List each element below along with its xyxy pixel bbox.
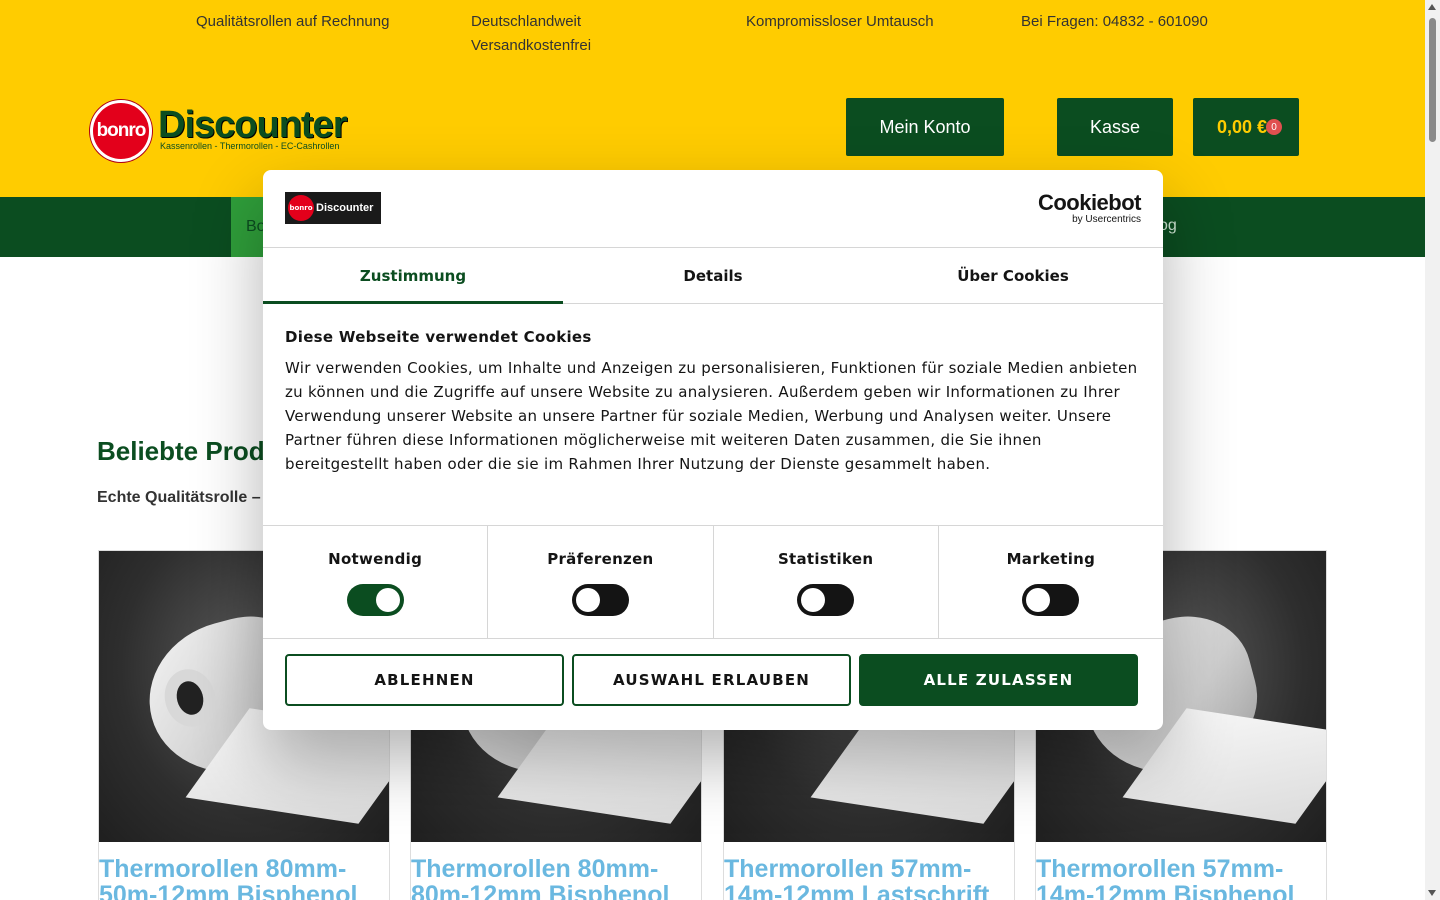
checkout-button[interactable]: Kasse	[1057, 98, 1173, 156]
product-title[interactable]: Thermorollen 57mm-14m-12mm Bisphenol	[1036, 856, 1326, 900]
product-title[interactable]: Thermorollen 80mm-80m-12mm Bisphenol	[411, 856, 701, 900]
dialog-body: Diese Webseite verwendet Cookies Wir ver…	[285, 328, 1141, 476]
dialog-header: bonro Discounter Cookiebot by Usercentri…	[263, 170, 1163, 248]
section-subtitle: Echte Qualitätsrolle –	[97, 489, 261, 506]
cart-price: 0,00 €	[1217, 116, 1268, 137]
logo-badge: bonro	[90, 100, 152, 162]
dialog-tabs: Zustimmung Details Über Cookies	[263, 248, 1163, 304]
scrollbar-thumb[interactable]	[1429, 18, 1436, 142]
toggle-knob	[575, 588, 600, 612]
dialog-title: Diese Webseite verwendet Cookies	[285, 328, 592, 346]
consent-label: Marketing	[1006, 550, 1096, 568]
consent-marketing: Marketing	[939, 526, 1163, 638]
usp-phone: Bei Fragen: 04832 - 601090	[1021, 13, 1208, 30]
dialog-logo-text: Discounter	[316, 202, 374, 214]
dialog-description: Wir verwenden Cookies, um Inhalte und An…	[285, 359, 1138, 473]
cookiebot-logo[interactable]: Cookiebot by Usercentrics	[1037, 190, 1142, 226]
consent-necessary: Notwendig	[263, 526, 489, 638]
product-title[interactable]: Thermorollen 80mm-50m-12mm Bisphenol	[99, 856, 389, 900]
cookiebot-name: Cookiebot	[1037, 190, 1142, 215]
allow-all-button[interactable]: ALLE ZULASSEN	[859, 654, 1138, 706]
cookiebot-by: by Usercentrics	[1072, 214, 1141, 225]
consent-preferences: Präferenzen	[488, 526, 714, 638]
product-title[interactable]: Thermorollen 57mm-14m-12mm Lastschrift	[724, 856, 1014, 900]
reject-button[interactable]: ABLEHNEN	[285, 654, 564, 706]
cart-count-badge: 0	[1266, 119, 1282, 135]
consent-label: Statistiken	[777, 550, 874, 568]
section-title: Beliebte Produ	[97, 436, 281, 466]
tab-details[interactable]: Details	[563, 248, 863, 303]
top-header: Qualitätsrollen auf Rechnung Deutschland…	[0, 0, 1425, 197]
scroll-up-arrow-icon[interactable]	[1428, 4, 1436, 10]
dialog-actions: ABLEHNEN AUSWAHL ERLAUBEN ALLE ZULASSEN	[285, 654, 1138, 706]
toggle-knob	[375, 588, 400, 612]
preferences-toggle[interactable]	[571, 584, 629, 616]
usp-free-shipping: Deutschlandweit Versandkostenfrei	[471, 13, 592, 54]
dialog-site-logo: bonro Discounter	[285, 192, 381, 224]
site-logo[interactable]: bonro Discounter Kassenrollen - Thermoro…	[88, 98, 388, 166]
statistics-toggle[interactable]	[797, 584, 855, 616]
allow-selection-button[interactable]: AUSWAHL ERLAUBEN	[572, 654, 851, 706]
consent-label: Notwendig	[328, 550, 423, 568]
consent-label: Präferenzen	[547, 550, 654, 568]
toggle-knob	[801, 588, 826, 612]
necessary-toggle[interactable]	[346, 584, 404, 616]
usp-exchange: Kompromissloser Umtausch	[746, 13, 934, 30]
consent-categories: Notwendig Präferenzen Statistiken Market…	[263, 525, 1163, 639]
cart-button[interactable]: 0,00 € 0	[1193, 98, 1299, 156]
scroll-down-arrow-icon[interactable]	[1428, 890, 1436, 896]
my-account-button[interactable]: Mein Konto	[846, 98, 1004, 156]
logo-tagline: Kassenrollen - Thermorollen - EC-Cashrol…	[160, 141, 340, 151]
usp-invoice: Qualitätsrollen auf Rechnung	[196, 13, 390, 30]
dialog-logo-badge: bonro	[288, 195, 314, 221]
page-scrollbar[interactable]	[1425, 0, 1440, 900]
consent-statistics: Statistiken	[714, 526, 939, 638]
marketing-toggle[interactable]	[1022, 584, 1080, 616]
toggle-knob	[1026, 588, 1051, 612]
cookie-consent-dialog: bonro Discounter Cookiebot by Usercentri…	[263, 170, 1163, 730]
tab-ueber-cookies[interactable]: Über Cookies	[863, 248, 1163, 303]
tab-zustimmung[interactable]: Zustimmung	[263, 248, 563, 304]
